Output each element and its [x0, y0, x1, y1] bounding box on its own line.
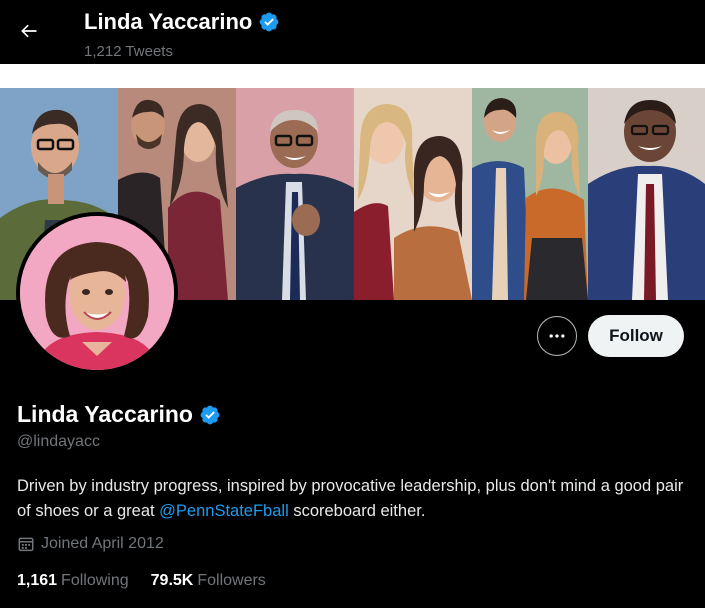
following-count: 1,161 — [17, 572, 58, 589]
tweet-count: 1,212 Tweets — [84, 43, 173, 60]
more-horizontal-icon — [549, 334, 565, 338]
follow-stats: 1,161 Following 79.5K Followers — [17, 572, 266, 590]
more-options-button[interactable] — [537, 316, 577, 356]
avatar-image — [20, 216, 174, 370]
profile-handle: @lindayacc — [17, 433, 100, 450]
verified-badge-icon — [258, 11, 280, 33]
arrow-left-icon — [21, 24, 37, 38]
banner-photo-6 — [588, 88, 705, 300]
follow-button[interactable]: Follow — [588, 315, 684, 357]
followers-count: 79.5K — [150, 572, 194, 589]
followers-label: Followers — [197, 572, 266, 589]
profile-avatar[interactable] — [16, 212, 178, 374]
following-link[interactable]: 1,161 Following — [17, 572, 129, 590]
following-label: Following — [61, 572, 129, 589]
bio-mention-link[interactable]: @PennStateFball — [159, 502, 289, 520]
calendar-icon — [18, 537, 34, 552]
profile-name-text: Linda Yaccarino — [17, 401, 193, 427]
profile-name: Linda Yaccarino — [17, 401, 221, 428]
header-title: Linda Yaccarino — [84, 9, 280, 35]
followers-link[interactable]: 79.5K Followers — [151, 572, 266, 590]
back-button[interactable] — [14, 16, 44, 46]
profile-bio: Driven by industry progress, inspired by… — [17, 474, 687, 524]
banner-photo-3 — [236, 88, 354, 300]
bio-text-2: scoreboard either. — [288, 502, 426, 520]
banner-top-strip — [0, 64, 705, 88]
header-name-text: Linda Yaccarino — [84, 9, 253, 34]
banner-photo-4 — [354, 88, 472, 300]
verified-badge-icon[interactable] — [199, 404, 221, 426]
joined-date: Joined April 2012 — [17, 535, 164, 553]
banner-photo-5 — [472, 88, 588, 300]
profile-header: Linda Yaccarino 1,212 Tweets — [0, 0, 705, 64]
joined-text: Joined April 2012 — [41, 535, 164, 552]
